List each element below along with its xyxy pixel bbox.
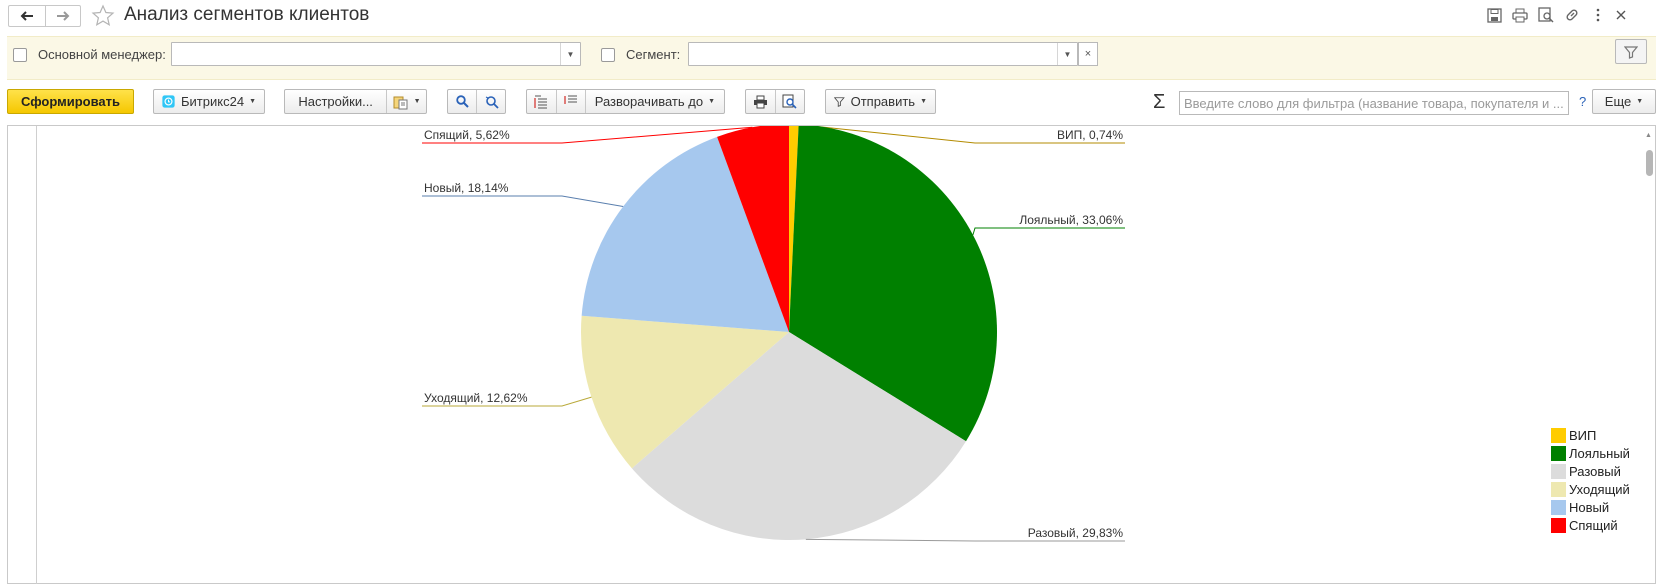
scroll-up-icon[interactable]: ▲ (1645, 132, 1652, 139)
search-refresh-icon (485, 96, 499, 109)
legend-item: Спящий (1551, 516, 1630, 534)
preview-icon (782, 94, 798, 109)
back-button[interactable] (9, 6, 45, 26)
caret-down-icon: ▼ (413, 98, 421, 105)
leader-line-4 (422, 195, 624, 207)
more-button-label: Еще (1604, 94, 1632, 109)
settings-button-group: Настройки... ▼ (284, 89, 427, 114)
slice-label-0: ВИП, 0,74% (1057, 128, 1123, 142)
pie-chart: ВИП, 0,74% Лояльный, 33,06% Разовый, 29,83… (422, 126, 1125, 542)
print-icon (753, 95, 767, 108)
grouping-button-group: Разворачивать до ▼ (526, 89, 725, 114)
legend-item: Лояльный (1551, 444, 1630, 462)
print-button-group (745, 89, 805, 114)
more-vertical-icon[interactable] (1589, 6, 1607, 24)
manager-select[interactable]: ▼ (171, 42, 581, 66)
report-variants-icon (393, 96, 408, 109)
bitrix-button-label: Битрикс24 (181, 94, 245, 109)
close-icon[interactable] (1612, 6, 1630, 24)
link-icon[interactable] (1563, 6, 1581, 24)
leader-line-1 (972, 227, 1125, 236)
page-title: Анализ сегментов клиентов (124, 4, 370, 25)
settings-button[interactable]: Настройки... (285, 90, 386, 113)
legend-item: ВИП (1551, 426, 1630, 444)
scrollbar-thumb[interactable] (1646, 150, 1653, 176)
filter-settings-button[interactable] (1615, 39, 1647, 64)
print-icon[interactable] (1511, 6, 1529, 24)
send-funnel-icon (834, 96, 845, 107)
title-bar: Анализ сегментов клиентов (0, 0, 1663, 32)
slice-label-3: Уходящий, 12,62% (424, 391, 528, 405)
segment-filter-label: Сегмент: (626, 47, 681, 62)
legend-swatch (1551, 499, 1566, 515)
preview-icon[interactable] (1537, 6, 1555, 24)
search-icon (456, 95, 469, 108)
arrow-left-icon (20, 11, 33, 21)
settings-button-label: Настройки... (298, 94, 373, 109)
slice-label-5: Спящий, 5,62% (424, 128, 510, 142)
caret-down-icon: ▼ (249, 98, 256, 105)
expand-to-label: Разворачивать до (594, 94, 704, 109)
legend-swatch (1551, 517, 1566, 533)
generate-button-label: Сформировать (20, 94, 121, 109)
segment-select[interactable]: ▼ (688, 42, 1078, 66)
find-next-button[interactable] (476, 90, 505, 113)
print-preview-button[interactable] (774, 90, 804, 113)
funnel-icon (1624, 45, 1638, 59)
legend-item: Новый (1551, 498, 1630, 516)
legend-item: Уходящий (1551, 480, 1630, 498)
legend-label: Уходящий (1569, 481, 1630, 497)
chart-legend: ВИП Лояльный Разовый Уходящий Новый Спящий (1551, 426, 1630, 534)
slice-label-4: Новый, 18,14% (424, 181, 509, 195)
legend-swatch (1551, 445, 1566, 461)
expand-to-button[interactable]: Разворачивать до ▼ (584, 90, 724, 113)
send-button-label: Отправить (850, 94, 916, 109)
save-icon[interactable] (1485, 6, 1503, 24)
expand-groups-button[interactable] (555, 90, 585, 113)
chevron-down-icon[interactable]: ▼ (1057, 43, 1077, 65)
expand-list-icon (564, 95, 577, 104)
collapse-list-icon (534, 95, 548, 108)
forward-button[interactable] (44, 6, 81, 26)
print-button[interactable] (746, 90, 775, 113)
more-button[interactable]: Еще ▼ (1592, 89, 1656, 114)
legend-swatch (1551, 481, 1566, 497)
vertical-scrollbar[interactable]: ▲ (1644, 130, 1654, 580)
legend-label: Спящий (1569, 517, 1618, 533)
chevron-down-icon[interactable]: ▼ (560, 43, 580, 65)
legend-swatch (1551, 427, 1566, 443)
legend-item: Разовый (1551, 462, 1630, 480)
collapse-groups-button[interactable] (527, 90, 556, 113)
find-button[interactable] (448, 90, 476, 113)
segment-filter-checkbox[interactable] (601, 48, 615, 62)
manager-filter-checkbox[interactable] (13, 48, 27, 62)
slice-label-2: Разовый, 29,83% (1028, 526, 1124, 540)
variants-button[interactable]: ▼ (386, 90, 426, 113)
legend-label: Новый (1569, 499, 1610, 515)
bitrix-cloud-icon (162, 95, 175, 108)
send-button[interactable]: Отправить ▼ (825, 89, 936, 114)
search-input[interactable]: Введите слово для фильтра (название това… (1179, 91, 1569, 115)
legend-label: Разовый (1569, 463, 1621, 479)
segment-clear-button[interactable]: × (1078, 42, 1098, 66)
search-button-group (447, 89, 506, 114)
generate-button[interactable]: Сформировать (7, 89, 134, 114)
caret-down-icon: ▼ (1636, 98, 1644, 105)
arrow-right-icon (56, 11, 70, 21)
caret-down-icon: ▼ (708, 98, 715, 105)
report-area[interactable]: ВИП, 0,74% Лояльный, 33,06% Разовый, 29,83… (7, 125, 1656, 584)
slice-label-1: Лояльный, 33,06% (1019, 213, 1123, 227)
legend-swatch (1551, 463, 1566, 479)
help-link[interactable]: ? (1579, 94, 1586, 109)
legend-label: Лояльный (1569, 445, 1630, 461)
caret-down-icon: ▼ (920, 98, 927, 105)
manager-filter-label: Основной менеджер: (38, 47, 166, 62)
favorite-star-icon[interactable] (91, 4, 115, 28)
legend-label: ВИП (1569, 427, 1597, 443)
bitrix-button[interactable]: Битрикс24 ▼ (153, 89, 265, 114)
nav-buttons (8, 5, 81, 27)
sum-icon[interactable]: Σ (1153, 91, 1165, 114)
